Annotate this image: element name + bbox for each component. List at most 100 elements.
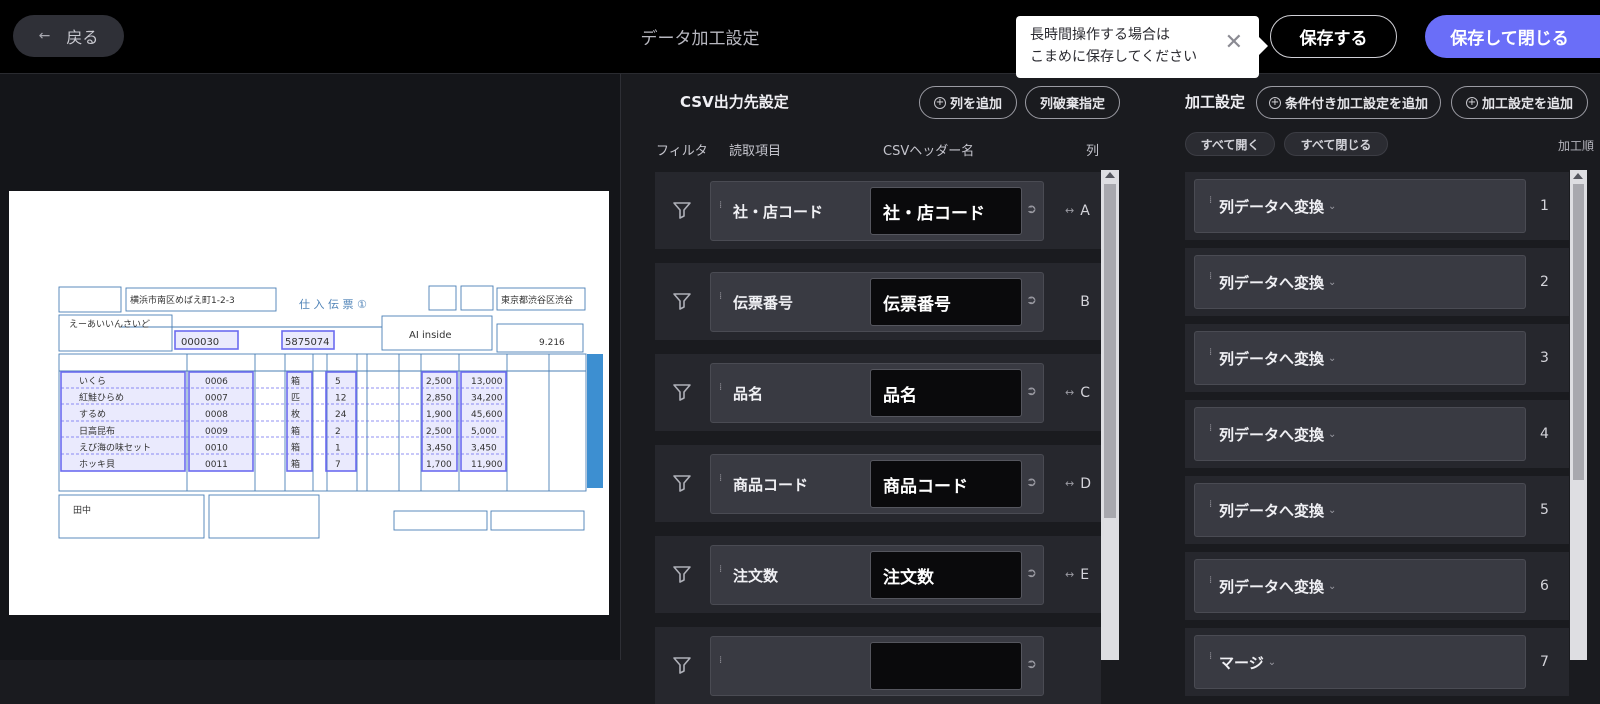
csv-list-scrollbar[interactable] (1101, 170, 1119, 660)
csv-mapping-row: ⁞品名➲↔C (655, 354, 1101, 431)
processing-step-card[interactable]: ⁞ 列データへ変換 ⌄ (1194, 179, 1526, 233)
collapse-all-button[interactable]: すべて閉じる (1284, 132, 1388, 156)
csv-header-input[interactable] (870, 460, 1022, 508)
link-arrow-icon: ➲ (1026, 566, 1037, 581)
doc-item-price: 2,500 (426, 427, 452, 437)
processing-step-card[interactable]: ⁞ 列データへ変換 ⌄ (1194, 331, 1526, 385)
chevron-down-icon[interactable]: ⌄ (1328, 505, 1336, 516)
processing-order-number: 4 (1540, 426, 1549, 442)
scroll-up-arrow-icon[interactable] (1105, 172, 1115, 178)
processing-step-row: ⁞ 列データへ変換 ⌄ 4 (1185, 400, 1569, 468)
column-letter-value: B (1080, 293, 1090, 310)
doc-item-code: 0006 (205, 377, 228, 387)
left-right-arrow-icon[interactable]: ↔ (1065, 204, 1074, 217)
read-item-card[interactable]: ⁞ 品名 ➲ (710, 363, 1044, 423)
drag-handle-icon[interactable]: ⁞ (1209, 424, 1215, 443)
doc-item-name: 日高昆布 (79, 425, 115, 437)
drag-handle-icon[interactable]: ⁞ (1209, 348, 1215, 367)
processing-step-row: ⁞ 列データへ変換 ⌄ 5 (1185, 476, 1569, 544)
processing-step-card[interactable]: ⁞ 列データへ変換 ⌄ (1194, 407, 1526, 461)
link-arrow-icon: ➲ (1026, 202, 1037, 217)
processing-order-number: 1 (1540, 198, 1549, 214)
read-item-card[interactable]: ⁞ 商品コード ➲ (710, 454, 1044, 514)
filter-icon[interactable] (670, 562, 694, 586)
read-item-label: 商品コード (733, 475, 809, 494)
processing-step-row: ⁞ 列データへ変換 ⌄ 6 (1185, 552, 1569, 620)
processing-step-card[interactable]: ⁞ マージ ⌄ (1194, 635, 1526, 689)
processing-step-row: ⁞ 列データへ変換 ⌄ 1 (1185, 172, 1569, 240)
drag-handle-icon[interactable]: ⁞ (719, 656, 725, 675)
back-label: 戻る (66, 28, 99, 47)
doc-item-code: 0007 (205, 394, 228, 404)
chevron-down-icon[interactable]: ⌄ (1328, 581, 1336, 592)
csv-header-input[interactable] (870, 369, 1022, 417)
drag-handle-icon[interactable]: ⁞ (719, 201, 725, 220)
doc-customer: えーあいいんさいど (69, 319, 150, 330)
csv-header-input[interactable] (870, 187, 1022, 235)
arrow-left-icon: ← (38, 28, 51, 44)
doc-item-name: 紅鮭ひらめ (79, 392, 124, 404)
processing-step-card[interactable]: ⁞ 列データへ変換 ⌄ (1194, 483, 1526, 537)
processing-step-row: ⁞ 列データへ変換 ⌄ 3 (1185, 324, 1569, 392)
add-conditional-processing-button[interactable]: + 条件付き加工設定を追加 (1256, 86, 1441, 119)
doc-item-name: ホッキ貝 (79, 459, 115, 470)
csv-mapping-row: ⁞商品コード➲↔D (655, 445, 1101, 522)
chevron-down-icon[interactable]: ⌄ (1268, 657, 1276, 668)
doc-destination: 東京都渋谷区渋谷 (501, 294, 573, 306)
read-item-card[interactable]: ⁞ ➲ (710, 636, 1044, 696)
close-icon[interactable]: ✕ (1225, 32, 1243, 54)
drag-handle-icon[interactable]: ⁞ (719, 474, 725, 493)
drag-handle-icon[interactable]: ⁞ (1209, 500, 1215, 519)
doc-item-unit: 箱 (291, 425, 300, 437)
drag-handle-icon[interactable]: ⁞ (719, 292, 725, 311)
read-item-card[interactable]: ⁞ 社・店コード ➲ (710, 181, 1044, 241)
left-right-arrow-icon[interactable]: ↔ (1065, 568, 1074, 581)
csv-header-input[interactable] (870, 551, 1022, 599)
scroll-up-arrow-icon[interactable] (1573, 173, 1583, 179)
drag-handle-icon[interactable]: ⁞ (1209, 652, 1215, 671)
read-item-card[interactable]: ⁞ 伝票番号 ➲ (710, 272, 1044, 332)
left-right-arrow-icon[interactable]: ↔ (1065, 386, 1074, 399)
csv-header-input[interactable] (870, 278, 1022, 326)
csv-mapping-row: ⁞注文数➲↔E (655, 536, 1101, 613)
processing-order-number: 3 (1540, 350, 1549, 366)
processing-step-card[interactable]: ⁞ 列データへ変換 ⌄ (1194, 559, 1526, 613)
csv-mapping-row: ⁞ 伝票番号 ➲ ↔B (655, 263, 1101, 340)
left-right-arrow-icon[interactable]: ↔ (1065, 477, 1074, 490)
read-item-card[interactable]: ⁞ 注文数 ➲ (710, 545, 1044, 605)
csv-header-input[interactable] (870, 642, 1022, 690)
chevron-down-icon[interactable]: ⌄ (1328, 353, 1336, 364)
add-processing-button[interactable]: + 加工設定を追加 (1451, 86, 1588, 119)
link-arrow-icon: ➲ (1026, 475, 1037, 490)
chevron-down-icon[interactable]: ⌄ (1328, 429, 1336, 440)
drag-handle-icon[interactable]: ⁞ (719, 383, 725, 402)
expand-all-button[interactable]: すべて開く (1185, 132, 1275, 156)
processing-list-scrollbar[interactable] (1570, 170, 1587, 660)
scrollbar-thumb[interactable] (1573, 184, 1584, 480)
filter-icon[interactable] (670, 653, 694, 677)
scrollbar-thumb[interactable] (1104, 184, 1116, 518)
back-button[interactable]: ← 戻る (13, 15, 124, 57)
filter-icon[interactable] (670, 289, 694, 313)
page-title: データ加工設定 (640, 28, 760, 49)
drag-handle-icon[interactable]: ⁞ (1209, 272, 1215, 291)
chevron-down-icon[interactable]: ⌄ (1328, 201, 1336, 212)
processing-settings-title: 加工設定 (1185, 93, 1246, 111)
chevron-down-icon[interactable]: ⌄ (1328, 277, 1336, 288)
drag-handle-icon[interactable]: ⁞ (1209, 576, 1215, 595)
filter-icon[interactable] (670, 198, 694, 222)
processing-step-card[interactable]: ⁞ 列データへ変換 ⌄ (1194, 255, 1526, 309)
save-and-close-button[interactable]: 保存して閉じる (1425, 15, 1600, 58)
filter-icon[interactable] (670, 380, 694, 404)
column-letter: ↔ A (1065, 172, 1090, 249)
filter-icon[interactable] (670, 471, 694, 495)
add-column-button[interactable]: + 列を追加 (919, 86, 1017, 119)
document-image: 横浜市南区めばえ町1-2-3 東京都渋谷区渋谷 えーあいいんさいど 000030… (9, 191, 609, 615)
top-bar: ← 戻る データ加工設定 長時間操作する場合は こまめに保存してください ✕ 保… (0, 0, 1600, 78)
discard-column-button[interactable]: 列破棄指定 (1025, 86, 1120, 119)
save-button[interactable]: 保存する (1270, 15, 1397, 58)
doc-item-price: 1,700 (426, 460, 452, 470)
drag-handle-icon[interactable]: ⁞ (719, 565, 725, 584)
processing-step-label: マージ (1219, 653, 1264, 672)
drag-handle-icon[interactable]: ⁞ (1209, 196, 1215, 215)
